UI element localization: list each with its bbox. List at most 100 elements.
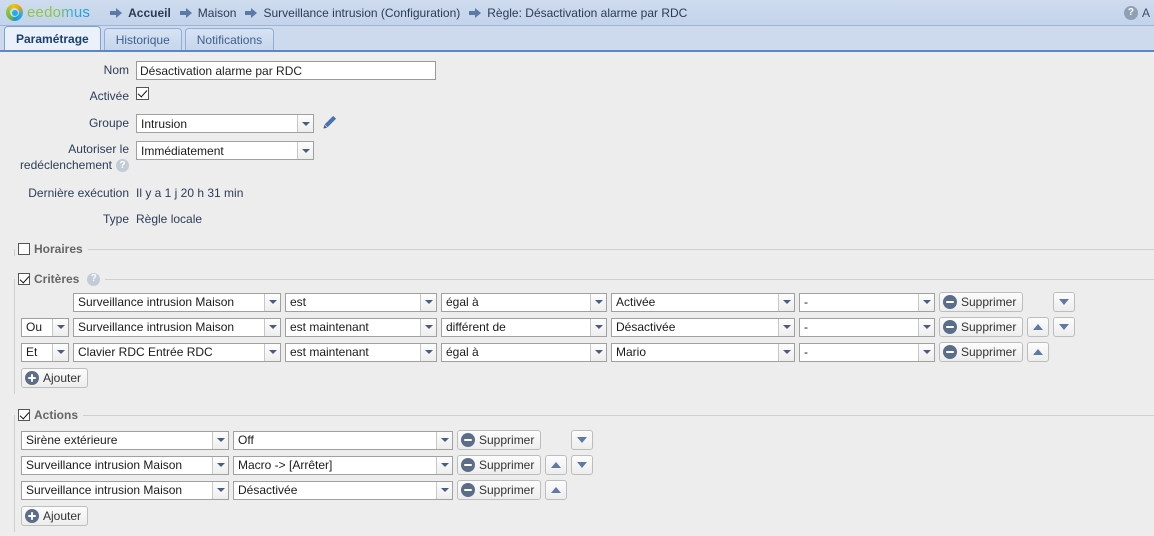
criteria-delete-label: Supprimer	[961, 320, 1017, 334]
actions-legend: Actions	[15, 408, 83, 422]
action-delete-button[interactable]: Supprimer	[457, 480, 542, 500]
horaires-section: Horaires	[14, 242, 1154, 256]
arrow-down-icon	[577, 462, 588, 468]
group-select-value: Intrusion	[141, 116, 188, 131]
criteria-device-select[interactable]: Surveillance intrusion Maison	[73, 292, 281, 312]
action-move-down-button[interactable]	[571, 455, 594, 475]
criteria-comparator-select[interactable]: égal à	[441, 342, 607, 362]
criteria-row: Surveillance intrusion Maison est égal à…	[21, 292, 1154, 312]
chevron-down-icon	[297, 142, 313, 159]
criteria-condition-select[interactable]: est maintenant	[285, 317, 437, 337]
criteria-device-select[interactable]: Surveillance intrusion Maison	[73, 317, 281, 337]
tab-parametrage[interactable]: Paramétrage	[4, 26, 101, 50]
horaires-checkbox[interactable]	[18, 243, 30, 255]
tab-label: Notifications	[196, 32, 263, 47]
name-input[interactable]	[136, 61, 436, 80]
redeclenchement-label-line2: redéclenchement	[19, 158, 112, 172]
action-device-select[interactable]: Sirène extérieure	[21, 430, 229, 450]
criteria-operator-select[interactable]: Et	[21, 342, 69, 362]
minus-circle-icon	[943, 295, 957, 309]
field-row-redeclenchement: Autoriser le redéclenchement? Immédiatem…	[0, 141, 1154, 173]
minus-circle-icon	[943, 320, 957, 334]
criteria-value-select[interactable]: Désactivée	[611, 317, 795, 337]
criteria-extra-value: -	[804, 345, 808, 359]
arrow-down-icon	[1059, 299, 1070, 305]
criteria-device-select[interactable]: Clavier RDC Entrée RDC	[73, 342, 281, 362]
action-device-value: Surveillance intrusion Maison	[26, 483, 183, 497]
action-value-select[interactable]: Désactivée	[233, 480, 453, 500]
breadcrumb-item-accueil[interactable]: Accueil	[110, 6, 180, 20]
type-label: Type	[102, 212, 129, 226]
minus-circle-icon	[461, 433, 475, 447]
criteria-comparator-value: différent de	[446, 320, 506, 334]
criteria-condition-value: est maintenant	[290, 320, 369, 334]
criteria-operator-select[interactable]: Ou	[21, 317, 69, 337]
criteria-condition-select[interactable]: est	[285, 292, 437, 312]
criteria-extra-select[interactable]: -	[799, 317, 935, 337]
criteria-value-select[interactable]: Mario	[611, 342, 795, 362]
action-move-down-button[interactable]	[571, 430, 594, 450]
criteria-comparator-select[interactable]: différent de	[441, 317, 607, 337]
actions-add-button[interactable]: Ajouter	[21, 506, 89, 526]
tab-notifications[interactable]: Notifications	[184, 28, 275, 50]
criteres-checkbox[interactable]	[18, 273, 30, 285]
action-device-select[interactable]: Surveillance intrusion Maison	[21, 455, 229, 475]
criteres-rows: Surveillance intrusion Maison est égal à…	[15, 286, 1154, 388]
criteria-extra-select[interactable]: -	[799, 292, 935, 312]
action-delete-button[interactable]: Supprimer	[457, 455, 542, 475]
criteria-device-value: Clavier RDC Entrée RDC	[78, 345, 213, 359]
criteria-value-value: Mario	[616, 345, 647, 359]
actions-checkbox[interactable]	[18, 409, 30, 421]
criteria-extra-value: -	[804, 320, 808, 334]
action-device-select[interactable]: Surveillance intrusion Maison	[21, 480, 229, 500]
criteria-move-up-button[interactable]	[1027, 342, 1050, 362]
account-initial[interactable]: A	[1142, 6, 1150, 20]
criteria-extra-select[interactable]: -	[799, 342, 935, 362]
field-row-derniere-execution: Dernière exécution Il y a 1 j 20 h 31 mi…	[0, 184, 1154, 202]
criteria-move-up-button[interactable]	[1027, 317, 1050, 337]
action-value-select[interactable]: Macro -> [Arrêter]	[233, 455, 453, 475]
group-select[interactable]: Intrusion	[136, 114, 314, 133]
chevron-down-icon	[778, 318, 794, 336]
criteria-add-label: Ajouter	[43, 371, 82, 385]
criteria-move-down-button[interactable]	[1053, 292, 1076, 312]
enabled-checkbox[interactable]	[136, 87, 149, 100]
criteria-delete-button[interactable]: Supprimer	[939, 292, 1024, 312]
chevron-down-icon	[212, 431, 228, 449]
action-move-up-button[interactable]	[545, 455, 568, 475]
arrow-down-icon	[577, 437, 588, 443]
eedomus-logo[interactable]: eedomus	[0, 4, 98, 21]
criteria-comparator-select[interactable]: égal à	[441, 292, 607, 312]
tab-historique[interactable]: Historique	[103, 28, 182, 50]
criteria-operator-value: Ou	[26, 320, 43, 334]
action-value-value: Désactivée	[238, 483, 298, 497]
breadcrumb-item-maison[interactable]: Maison	[179, 6, 246, 20]
breadcrumb-item-surveillance[interactable]: Surveillance intrusion (Configuration)	[245, 6, 469, 20]
criteria-condition-select[interactable]: est maintenant	[285, 342, 437, 362]
help-icon[interactable]: ?	[116, 159, 129, 173]
criteria-condition-value: est	[290, 295, 307, 309]
minus-circle-icon	[461, 483, 475, 497]
action-move-up-button[interactable]	[545, 480, 568, 500]
criteria-move-down-button[interactable]	[1053, 317, 1076, 337]
chevron-down-icon	[778, 343, 794, 361]
breadcrumb-label: Surveillance intrusion (Configuration)	[263, 5, 461, 20]
criteria-value-select[interactable]: Activée	[611, 292, 795, 312]
tab-label: Paramétrage	[16, 31, 89, 46]
criteria-extra-value: -	[804, 295, 808, 309]
plus-circle-icon	[25, 509, 39, 523]
pencil-icon[interactable]	[322, 114, 338, 130]
actions-section: Actions Sirène extérieure Off Supprimer	[14, 408, 1154, 532]
action-value-select[interactable]: Off	[233, 430, 453, 450]
criteria-delete-button[interactable]: Supprimer	[939, 317, 1024, 337]
help-icon[interactable]: ?	[1123, 6, 1138, 20]
arrow-right-icon	[469, 7, 482, 18]
logo-text: eedomus	[27, 4, 91, 21]
help-icon[interactable]: ?	[87, 272, 101, 286]
criteria-add-button[interactable]: Ajouter	[21, 368, 89, 388]
criteria-operator-value: Et	[26, 345, 38, 359]
retrigger-select[interactable]: Immédiatement	[136, 141, 314, 160]
action-delete-button[interactable]: Supprimer	[457, 430, 542, 450]
criteria-delete-button[interactable]: Supprimer	[939, 342, 1024, 362]
chevron-down-icon	[420, 343, 436, 361]
